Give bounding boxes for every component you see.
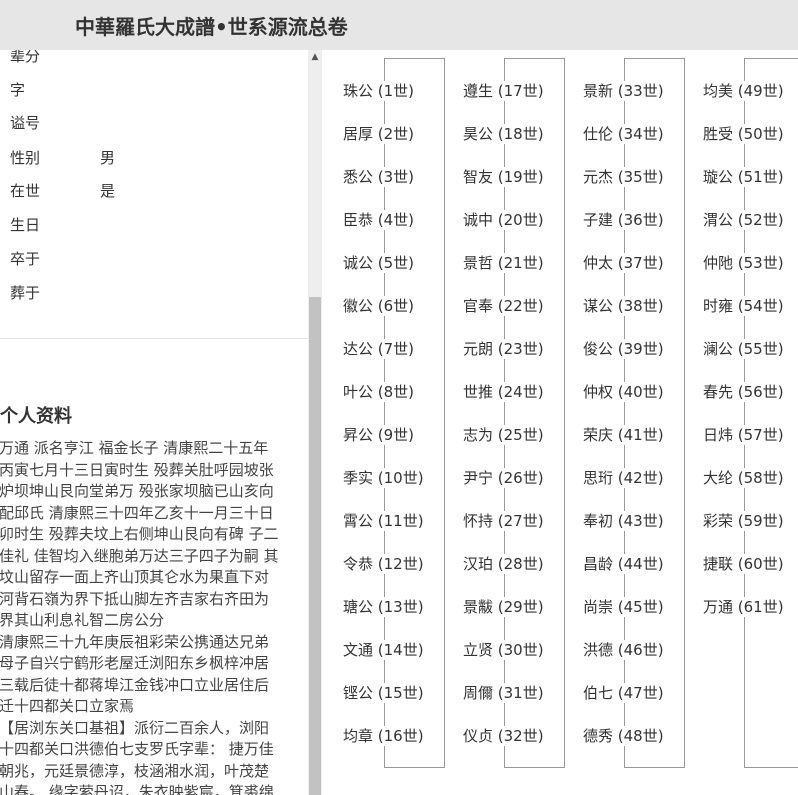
generation-link[interactable]: 万通 (61世) [702,597,785,617]
generation-link[interactable]: 子建 (36世) [582,210,665,230]
generation-link[interactable]: 瑭公 (13世) [342,597,425,617]
generation-link[interactable]: 思珩 (42世) [582,468,665,488]
generation-link[interactable]: 捷联 (60世) [702,554,785,574]
field-label: 性别 [10,149,41,167]
generation-tree-panel: 珠公 (1世) 居厚 (2世) 悉公 (3世) 臣恭 (4世) 诚公 (5世) 徽公 (6… [322,50,798,795]
profile-text: 万通 派名亨江 福金长子 清康熙二十五年 丙寅七月十三日寅时生 殁葬关肚呼园坡张… [0,439,279,795]
generation-link[interactable]: 渭公 (52世) [702,210,785,230]
generation-link[interactable]: 铿公 (15世) [342,683,425,703]
generation-link[interactable]: 立贤 (30世) [462,640,545,660]
generation-link[interactable]: 尚崇 (45世) [582,597,665,617]
scroll-up-icon[interactable]: ▲ [308,50,322,64]
generation-link[interactable]: 伯七 (47世) [582,683,665,703]
generation-link[interactable]: 昊公 (18世) [462,124,545,144]
field-label: 谥号 [10,114,41,132]
generation-link[interactable]: 令恭 (12世) [342,554,425,574]
generation-link[interactable]: 元朗 (23世) [462,339,545,359]
left-panel-scrollbar[interactable]: ▲ [308,50,322,795]
field-label: 生日 [10,216,41,234]
page-title: 中華羅氏大成譜•世系源流总卷 [75,15,348,39]
generation-link[interactable]: 元杰 (35世) [582,167,665,187]
generation-link[interactable]: 日炜 (57世) [702,425,785,445]
generation-link[interactable]: 怀持 (27世) [462,511,545,531]
generation-link[interactable]: 洪德 (46世) [582,640,665,660]
generation-link[interactable]: 周儞 (31世) [462,683,545,703]
field-row: 生日 [10,215,100,235]
generation-link[interactable]: 霄公 (11世) [342,511,425,531]
generation-link[interactable]: 仕伦 (34世) [582,124,665,144]
scrollbar-thumb[interactable] [309,297,321,795]
generation-column-connector [384,58,445,768]
field-row: 谥号 [10,113,100,133]
generation-link[interactable]: 俊公 (39世) [582,339,665,359]
generation-link[interactable]: 季实 (10世) [342,468,425,488]
section-divider [0,338,308,339]
field-label: 在世 [10,182,41,200]
generation-link[interactable]: 仲阤 (53世) [702,253,785,273]
profile-heading: 个人资料 [0,406,72,427]
field-row: 卒于 [10,249,100,269]
generation-link[interactable]: 昇公 (9世) [342,425,416,445]
field-label: 字 [10,81,26,99]
generation-link[interactable]: 臣恭 (4世) [342,210,416,230]
generation-link[interactable]: 仲权 (40世) [582,382,665,402]
generation-link[interactable]: 官奉 (22世) [462,296,545,316]
generation-link[interactable]: 澜公 (55世) [702,339,785,359]
field-row: 在世 是 [10,181,115,201]
generation-link[interactable]: 景哲 (21世) [462,253,545,273]
generation-link[interactable]: 志为 (25世) [462,425,545,445]
generation-link[interactable]: 春先 (56世) [702,382,785,402]
field-value: 男 [100,149,116,167]
field-row: 葬于 [10,283,100,303]
generation-link[interactable]: 景新 (33世) [582,81,665,101]
generation-link[interactable]: 荣庆 (41世) [582,425,665,445]
app-header: 中華羅氏大成譜•世系源流总卷 [0,0,798,50]
field-row: 辈分 [10,50,100,66]
generation-link[interactable]: 璇公 (51世) [702,167,785,187]
generation-link[interactable]: 昌龄 (44世) [582,554,665,574]
generation-link[interactable]: 时雍 (54世) [702,296,785,316]
generation-link[interactable]: 仲太 (37世) [582,253,665,273]
field-row: 性别 男 [10,148,115,168]
generation-link[interactable]: 大纶 (58世) [702,468,785,488]
field-row: 字 [10,80,100,100]
person-detail-panel: 辈分字谥号性别 男在世 是生日卒于葬于 个人资料 万通 派名亨江 福金长子 清康熙二… [0,50,308,795]
generation-link[interactable]: 世推 (24世) [462,382,545,402]
generation-link[interactable]: 智友 (19世) [462,167,545,187]
field-label: 卒于 [10,250,41,268]
generation-link[interactable]: 德秀 (48世) [582,726,665,746]
generation-link[interactable]: 均美 (49世) [702,81,785,101]
generation-link[interactable]: 遵生 (17世) [462,81,545,101]
generation-link[interactable]: 珠公 (1世) [342,81,416,101]
generation-column-connector [744,58,798,768]
generation-link[interactable]: 悉公 (3世) [342,167,416,187]
generation-link[interactable]: 均章 (16世) [342,726,425,746]
generation-link[interactable]: 尹宁 (26世) [462,468,545,488]
generation-link[interactable]: 叶公 (8世) [342,382,416,402]
generation-link[interactable]: 奉初 (43世) [582,511,665,531]
generation-link[interactable]: 文通 (14世) [342,640,425,660]
generation-link[interactable]: 胜受 (50世) [702,124,785,144]
generation-column-connector [504,58,565,768]
generation-link[interactable]: 谋公 (38世) [582,296,665,316]
generation-column-connector [624,58,685,768]
field-label: 辈分 [10,50,41,65]
generation-link[interactable]: 居厚 (2世) [342,124,416,144]
generation-link[interactable]: 汉珀 (28世) [462,554,545,574]
generation-link[interactable]: 彩荣 (59世) [702,511,785,531]
field-label: 葬于 [10,284,41,302]
generation-link[interactable]: 诚中 (20世) [462,210,545,230]
generation-link[interactable]: 仪贞 (32世) [462,726,545,746]
generation-link[interactable]: 达公 (7世) [342,339,416,359]
generation-link[interactable]: 景黻 (29世) [462,597,545,617]
field-value: 是 [100,182,116,200]
generation-link[interactable]: 徽公 (6世) [342,296,416,316]
generation-link[interactable]: 诚公 (5世) [342,253,416,273]
